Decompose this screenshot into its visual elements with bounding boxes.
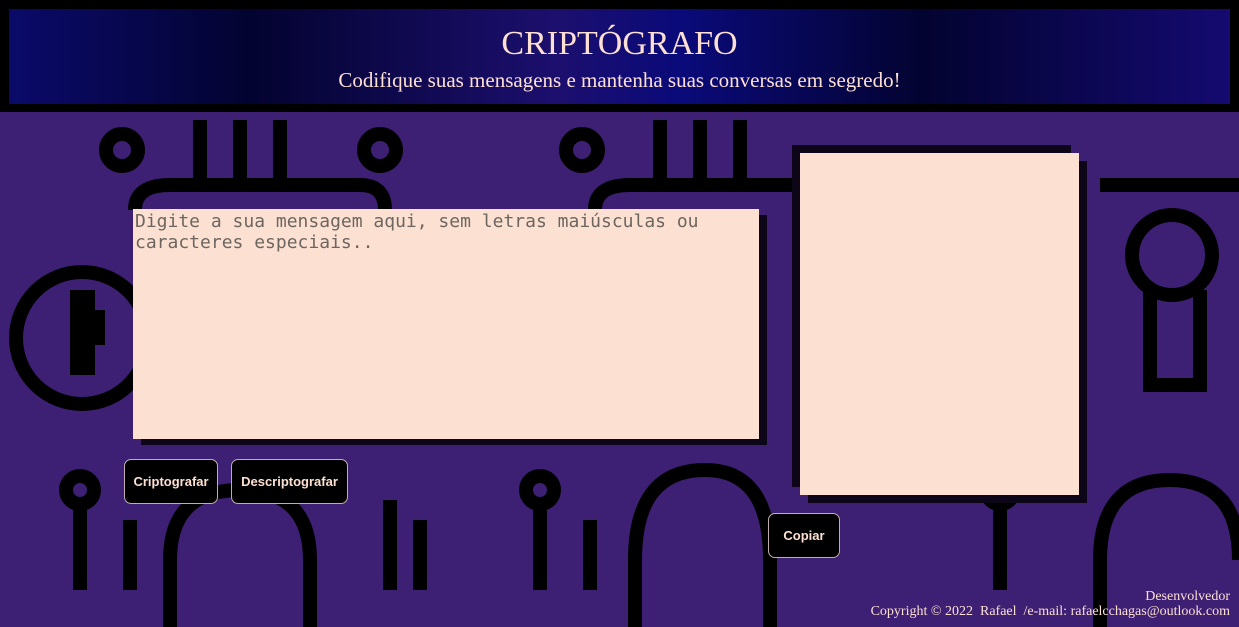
header-banner: CRIPTÓGRAFO Codifique suas mensagens e m… [9, 9, 1230, 104]
footer-role: Desenvolvedor [1145, 589, 1230, 604]
page-subtitle: Codifique suas mensagens e mantenha suas… [338, 68, 901, 92]
message-input[interactable] [133, 209, 759, 439]
result-output[interactable] [800, 153, 1079, 495]
page-title: CRIPTÓGRAFO [501, 25, 738, 62]
copy-button[interactable]: Copiar [768, 513, 840, 558]
decrypt-button[interactable]: Descriptografar [231, 459, 348, 504]
footer-copyright: Copyright © 2022 Rafael /e-mail: rafaelc… [870, 604, 1230, 619]
encrypt-button[interactable]: Criptografar [124, 459, 218, 504]
header: CRIPTÓGRAFO Codifique suas mensagens e m… [0, 0, 1239, 112]
footer: Desenvolvedor Copyright © 2022 Rafael /e… [871, 589, 1230, 619]
